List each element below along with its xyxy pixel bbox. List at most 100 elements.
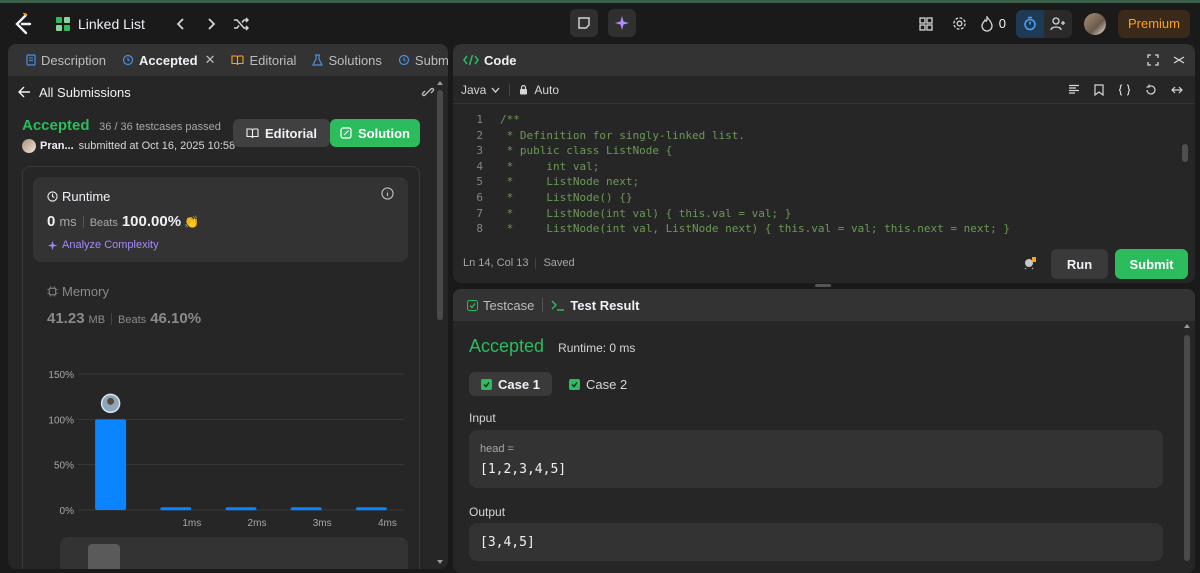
runtime-value: 0	[47, 213, 56, 230]
info-icon[interactable]	[381, 187, 394, 200]
input-box: head = [1,2,3,4,5]	[469, 430, 1163, 488]
solution-button[interactable]: Solution	[330, 119, 420, 147]
braces-icon[interactable]	[1118, 83, 1131, 96]
y-tick-label: 0%	[60, 506, 75, 517]
leetcode-logo-icon[interactable]	[10, 11, 36, 37]
tab-solutions[interactable]: Solutions	[304, 53, 389, 68]
scroll-up-icon	[1184, 324, 1190, 328]
run-button[interactable]: Run	[1051, 249, 1108, 279]
code-line: 1 /**	[453, 112, 1177, 128]
shuffle-icon[interactable]	[227, 10, 255, 38]
code-preview-card[interactable]	[60, 537, 408, 569]
runtime-card[interactable]: Runtime 0 ms Beats 100.00% 👏 Analyze Com…	[33, 177, 408, 262]
code-line: 4 * int val;	[453, 159, 1177, 175]
book-icon	[231, 54, 245, 65]
ai-sparkle-button[interactable]	[608, 9, 636, 37]
code-panel: Code Java Auto 1 /** 2 * Definition for si…	[453, 44, 1195, 283]
note-button[interactable]	[570, 9, 598, 37]
user-avatar-small[interactable]	[22, 139, 36, 153]
debug-icon[interactable]	[1023, 256, 1037, 270]
add-friend-icon[interactable]	[1043, 9, 1072, 38]
result-scrollbar[interactable]	[1183, 323, 1191, 569]
tab-accepted[interactable]: Accepted ✕	[114, 52, 223, 68]
language-select[interactable]: Java	[461, 83, 500, 97]
line-number: 2	[476, 128, 483, 142]
analyze-complexity-link[interactable]: Analyze Complexity	[47, 239, 159, 251]
result-status: Accepted	[469, 336, 545, 356]
line-number: 4	[476, 159, 483, 173]
minimize-icon[interactable]	[1173, 54, 1185, 66]
y-tick-label: 50%	[54, 461, 74, 472]
bar[interactable]	[95, 419, 127, 510]
line-number: 5	[476, 175, 483, 189]
description-icon	[26, 54, 36, 66]
x-tick-label: 1ms	[182, 518, 201, 529]
x-tick-label: 4ms	[378, 518, 397, 529]
tab-case-1[interactable]: Case 1	[469, 372, 552, 396]
code-line: 8 * ListNode(int val, ListNode next) { t…	[453, 221, 1177, 237]
code-panel-header: Code	[453, 44, 1195, 76]
tab-description[interactable]: Description	[18, 53, 114, 68]
code-line: 2 * Definition for singly-linked list.	[453, 128, 1177, 144]
tab-code[interactable]: Code	[463, 53, 525, 68]
panel-resize-handle[interactable]	[815, 284, 831, 287]
submission-panel: Description Accepted ✕ Editorial Solutio…	[8, 44, 448, 569]
y-tick-label: 100%	[48, 415, 74, 426]
memory-title: Memory	[62, 284, 109, 299]
lock-icon	[520, 85, 528, 95]
test-result-panel: Testcase Test Result Accepted Runtime: 0…	[453, 289, 1195, 573]
output-label: Output	[469, 505, 506, 519]
y-tick-label: 150%	[48, 370, 74, 381]
line-number: 6	[476, 191, 483, 204]
expand-icon[interactable]	[1171, 84, 1183, 96]
all-submissions-link[interactable]: All Submissions	[8, 77, 448, 107]
code-text: * ListNode(int val) { this.val = val; }	[500, 206, 792, 220]
code-editor[interactable]: 1 /** 2 * Definition for singly-linked lis…	[453, 110, 1177, 240]
close-tab-icon[interactable]: ✕	[205, 52, 216, 68]
editorial-button[interactable]: Editorial	[233, 119, 330, 147]
bar[interactable]	[225, 507, 257, 511]
auto-mode-toggle[interactable]: Auto	[519, 83, 559, 97]
code-thumbnail	[88, 544, 120, 569]
layout-icon[interactable]	[912, 10, 940, 38]
code-text: * int val;	[500, 159, 600, 173]
code-text: /**	[500, 113, 520, 126]
code-text: * ListNode(int val, ListNode next) { thi…	[500, 222, 1010, 236]
left-panel-scrollbar[interactable]	[436, 80, 444, 565]
settings-gear-icon[interactable]	[946, 10, 974, 38]
fullscreen-icon[interactable]	[1147, 54, 1159, 66]
editor-scrollbar[interactable]	[1181, 110, 1189, 238]
problem-list-title[interactable]: Linked List	[78, 16, 145, 32]
check-icon	[569, 378, 580, 390]
tab-test-result[interactable]: Test Result	[543, 298, 647, 313]
format-icon[interactable]	[1068, 84, 1080, 95]
submit-button[interactable]: Submit	[1115, 249, 1188, 279]
username[interactable]: Pran...	[40, 140, 74, 152]
tab-case-2[interactable]: Case 2	[557, 372, 639, 396]
terminal-icon	[551, 300, 565, 311]
testcases-passed: 36 / 36 testcases passed	[99, 121, 221, 133]
bar[interactable]	[160, 507, 192, 511]
tab-submissions[interactable]: Submissi	[390, 53, 448, 68]
output-value: [3,4,5]	[480, 535, 535, 550]
bookmark-icon[interactable]	[1094, 83, 1104, 96]
user-avatar[interactable]	[1083, 12, 1106, 35]
streak-counter[interactable]: 0	[980, 15, 1006, 32]
premium-button[interactable]: Premium	[1117, 9, 1190, 38]
output-box: [3,4,5]	[469, 523, 1163, 561]
timer-icon[interactable]	[1015, 9, 1044, 38]
bar[interactable]	[290, 507, 322, 511]
code-line: 3 * public class ListNode {	[453, 143, 1177, 159]
top-navbar: Linked List 0 Premium	[0, 3, 1200, 44]
tab-editorial[interactable]: Editorial	[223, 53, 304, 68]
cursor-position: Ln 14, Col 13	[463, 257, 529, 269]
runtime-distribution-chart[interactable]: 150% 100% 50% 0% 1ms 2ms 3ms 4ms	[36, 364, 408, 544]
submissions-icon	[398, 54, 410, 66]
bar[interactable]	[355, 507, 387, 511]
code-line: 6 * ListNode() {}	[453, 190, 1177, 206]
book-icon	[246, 127, 259, 138]
tab-testcase[interactable]: Testcase	[459, 298, 542, 313]
reset-icon[interactable]	[1145, 84, 1157, 96]
prev-problem-button[interactable]	[167, 10, 195, 38]
next-problem-button[interactable]	[197, 10, 225, 38]
